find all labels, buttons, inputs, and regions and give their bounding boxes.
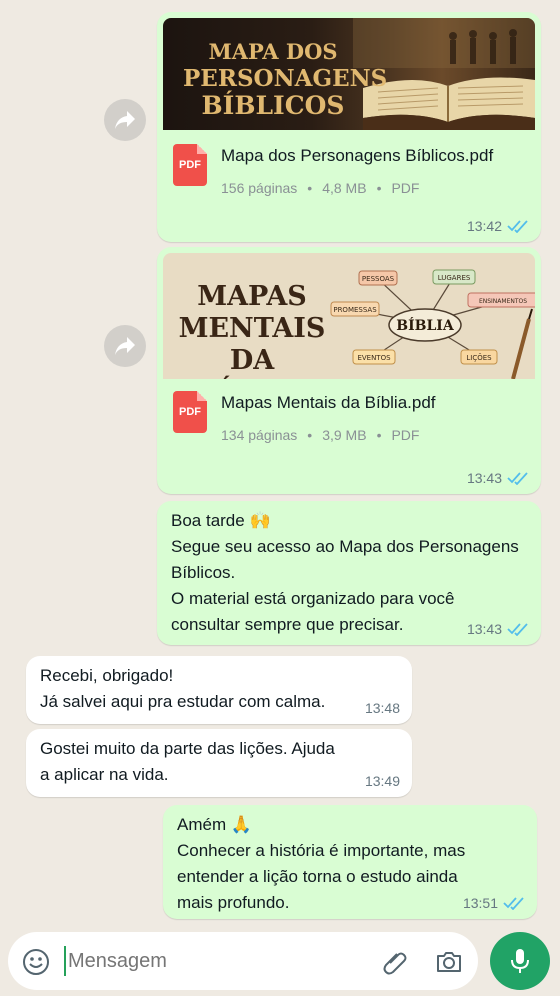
document-thumbnail[interactable]: MAPAS MENTAIS DA BÍBLIA PESSOAS LUGARE xyxy=(163,253,535,379)
mindmap-node: EVENTOS xyxy=(357,354,391,362)
document-type: PDF xyxy=(391,180,420,196)
incoming-message[interactable]: Recebi, obrigado! Já salvei aqui pra est… xyxy=(26,656,412,724)
message-status: 13:48 xyxy=(365,700,400,716)
document-size: 3,9 MB xyxy=(322,427,367,443)
document-pages: 134 páginas xyxy=(221,427,298,443)
message-status: 13:42 xyxy=(467,218,529,234)
document-name: Mapa dos Personagens Bíblicos.pdf xyxy=(221,146,494,165)
separator: • xyxy=(307,180,313,196)
document-message[interactable]: MAPAS MENTAIS DA BÍBLIA PESSOAS LUGARE xyxy=(157,247,541,494)
separator: • xyxy=(376,427,382,443)
mindmap-illustration: PESSOAS LUGARES PROMESSAS ENSINAMENTOS E… xyxy=(330,269,535,379)
separator: • xyxy=(307,427,313,443)
double-check-icon xyxy=(507,220,528,233)
document-size: 4,8 MB xyxy=(322,180,367,196)
camera-button[interactable] xyxy=(434,947,464,977)
message-time: 13:43 xyxy=(466,470,502,486)
pdf-icon-label: PDF xyxy=(179,159,201,171)
message-composer xyxy=(8,932,478,990)
forward-button[interactable] xyxy=(104,325,146,367)
thumbnail-title-line: BÍBLICOS xyxy=(201,91,345,120)
pdf-icon-label: PDF xyxy=(179,406,201,418)
mindmap-node: LIÇÕES xyxy=(466,353,492,362)
forward-button[interactable] xyxy=(104,99,146,141)
message-line: Gostei muito da parte das lições. Ajuda xyxy=(40,739,335,758)
message-line: Conhecer a história é importante, mas xyxy=(177,841,466,860)
mindmap-node: LUGARES xyxy=(438,274,471,282)
message-line: a aplicar na vida. xyxy=(40,765,169,784)
message-line: entender a lição torna o estudo ainda xyxy=(177,867,458,886)
attach-icon xyxy=(383,952,407,975)
mindmap-center: BÍBLIA xyxy=(396,316,455,334)
outgoing-message[interactable]: Amém 🙏 Conhecer a história é importante,… xyxy=(163,805,537,919)
document-info[interactable]: PDF Mapas Mentais da Bíblia.pdf 134 pági… xyxy=(163,379,535,443)
double-check-icon xyxy=(503,897,524,910)
mindmap-node: ENSINAMENTOS xyxy=(479,298,527,305)
document-type: PDF xyxy=(391,427,420,443)
message-line: Amém 🙏 xyxy=(177,815,253,834)
separator: • xyxy=(376,180,382,196)
message-line: O material está organizado para você xyxy=(171,589,455,608)
document-meta: 134 páginas • 3,9 MB • PDF xyxy=(221,427,436,443)
forward-icon xyxy=(115,337,135,355)
message-time: 13:49 xyxy=(364,773,400,789)
message-status: 13:43 xyxy=(467,621,529,637)
document-meta: 156 páginas • 4,8 MB • PDF xyxy=(221,180,493,196)
document-name: Mapas Mentais da Bíblia.pdf xyxy=(221,393,436,412)
emoji-button[interactable] xyxy=(21,947,51,977)
mic-icon xyxy=(511,949,529,973)
pdf-icon: PDF xyxy=(173,144,207,186)
camera-icon xyxy=(437,952,461,972)
message-line: Boa tarde 🙌 xyxy=(171,511,271,530)
document-pages: 156 páginas xyxy=(221,180,298,196)
message-time: 13:43 xyxy=(466,621,502,637)
forward-icon xyxy=(115,111,135,129)
message-line: Segue seu acesso ao Mapa dos Personagens xyxy=(171,537,519,556)
document-message[interactable]: MAPA DOS PERSONAGENS BÍBLICOS PDF Mapa d… xyxy=(157,12,541,242)
message-input[interactable] xyxy=(64,946,364,976)
thumbnail-title-line: MAPA DOS xyxy=(208,39,338,64)
double-check-icon xyxy=(507,472,528,485)
message-line: Recebi, obrigado! xyxy=(40,666,174,685)
emoji-icon xyxy=(23,949,49,975)
message-status: 13:49 xyxy=(365,773,400,789)
message-status: 13:51 xyxy=(463,895,525,911)
attach-button[interactable] xyxy=(380,947,410,977)
message-time: 13:42 xyxy=(466,218,502,234)
document-thumbnail[interactable]: MAPA DOS PERSONAGENS BÍBLICOS xyxy=(163,18,535,130)
incoming-message[interactable]: Gostei muito da parte das lições. Ajuda … xyxy=(26,729,412,797)
message-time: 13:48 xyxy=(364,700,400,716)
message-line: Já salvei aqui pra estudar com calma. xyxy=(40,692,326,711)
mic-button[interactable] xyxy=(490,932,550,990)
document-info[interactable]: PDF Mapa dos Personagens Bíblicos.pdf 15… xyxy=(163,130,535,196)
message-line: Bíblicos. xyxy=(171,563,236,582)
thumbnail-title: MAPA DOS PERSONAGENS BÍBLICOS xyxy=(183,38,388,120)
mindmap-node: PESSOAS xyxy=(362,275,395,283)
message-status: 13:43 xyxy=(467,470,529,486)
mindmap-node: PROMESSAS xyxy=(333,306,377,314)
thumbnail-title-line: PERSONAGENS xyxy=(183,65,388,92)
double-check-icon xyxy=(507,623,528,636)
message-time: 13:51 xyxy=(462,895,498,911)
pdf-icon: PDF xyxy=(173,391,207,433)
chat-area[interactable]: MAPA DOS PERSONAGENS BÍBLICOS PDF Mapa d… xyxy=(0,0,560,930)
outgoing-message[interactable]: Boa tarde 🙌 Segue seu acesso ao Mapa dos… xyxy=(157,501,541,645)
